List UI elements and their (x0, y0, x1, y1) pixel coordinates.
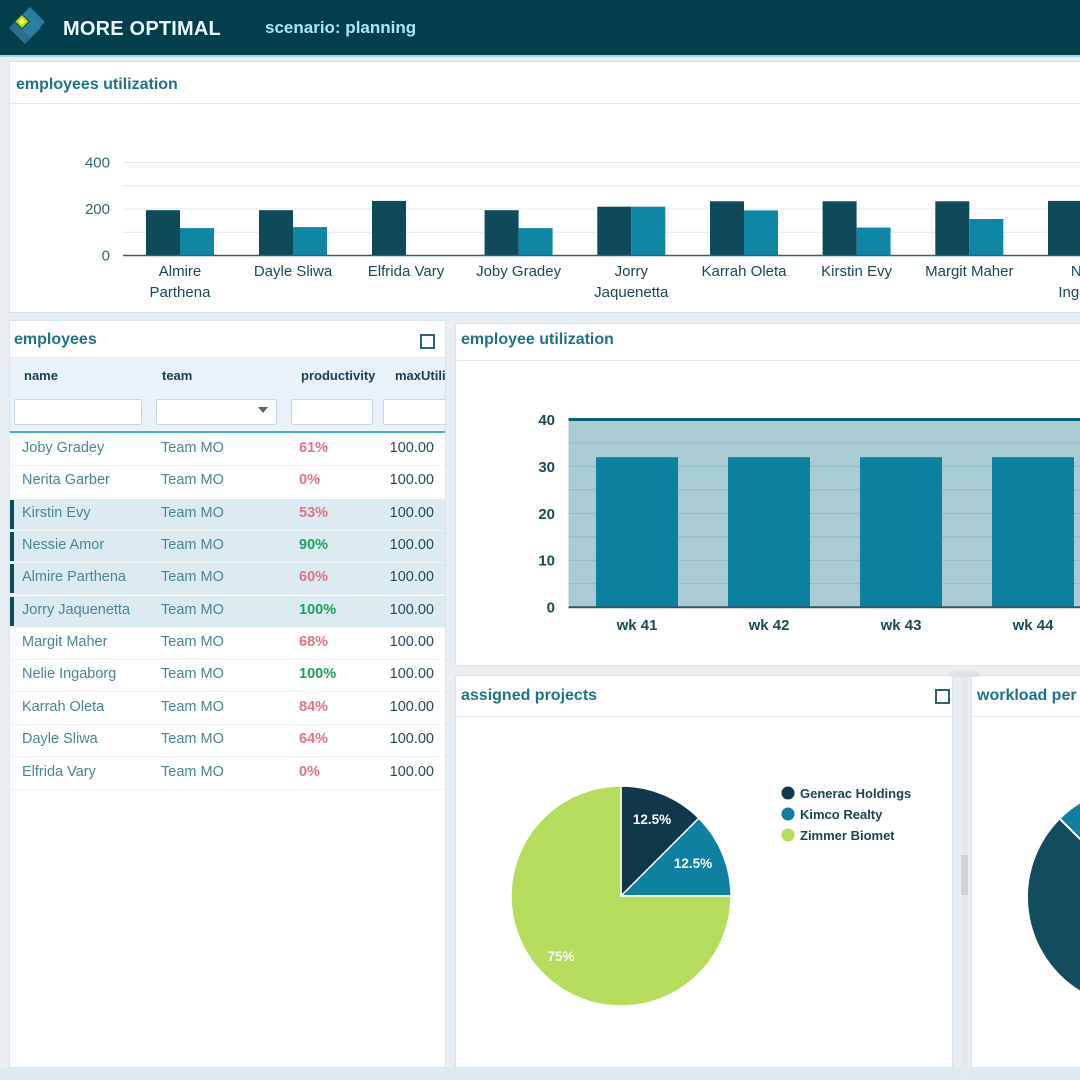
svg-text:Ingaborg: Ingaborg (1058, 284, 1080, 301)
svg-text:200: 200 (85, 201, 110, 218)
svg-text:20: 20 (538, 506, 555, 523)
svg-text:Jaquenetta: Jaquenetta (594, 284, 669, 301)
svg-text:Almire: Almire (159, 263, 202, 280)
svg-text:Elfrida Vary: Elfrida Vary (368, 263, 445, 280)
svg-text:Dayle Sliwa: Dayle Sliwa (254, 263, 333, 280)
svg-text:Parthena: Parthena (150, 284, 212, 301)
svg-text:30: 30 (538, 459, 555, 476)
svg-text:0: 0 (102, 248, 110, 265)
svg-text:400: 400 (85, 155, 110, 172)
svg-text:Margit Maher: Margit Maher (925, 263, 1013, 280)
svg-text:wk 44: wk 44 (1012, 617, 1055, 634)
svg-text:0: 0 (547, 599, 555, 616)
svg-text:Jorry: Jorry (615, 263, 649, 280)
svg-text:12.5%: 12.5% (674, 856, 712, 871)
svg-text:Zimmer Biomet: Zimmer Biomet (800, 828, 895, 843)
svg-text:Kimco Realty: Kimco Realty (800, 807, 883, 822)
svg-text:10: 10 (538, 553, 555, 570)
svg-text:75%: 75% (547, 949, 574, 964)
svg-text:wk 43: wk 43 (880, 617, 922, 634)
svg-text:Nelie: Nelie (1071, 263, 1080, 280)
svg-text:wk 41: wk 41 (616, 617, 658, 634)
svg-text:Karrah Oleta: Karrah Oleta (701, 263, 787, 280)
svg-text:40: 40 (538, 412, 555, 429)
svg-text:Generac Holdings: Generac Holdings (800, 786, 911, 801)
svg-text:wk 42: wk 42 (748, 617, 790, 634)
svg-text:12.5%: 12.5% (633, 812, 671, 827)
svg-text:Joby Gradey: Joby Gradey (476, 263, 562, 280)
svg-text:Kirstin Evy: Kirstin Evy (821, 263, 892, 280)
